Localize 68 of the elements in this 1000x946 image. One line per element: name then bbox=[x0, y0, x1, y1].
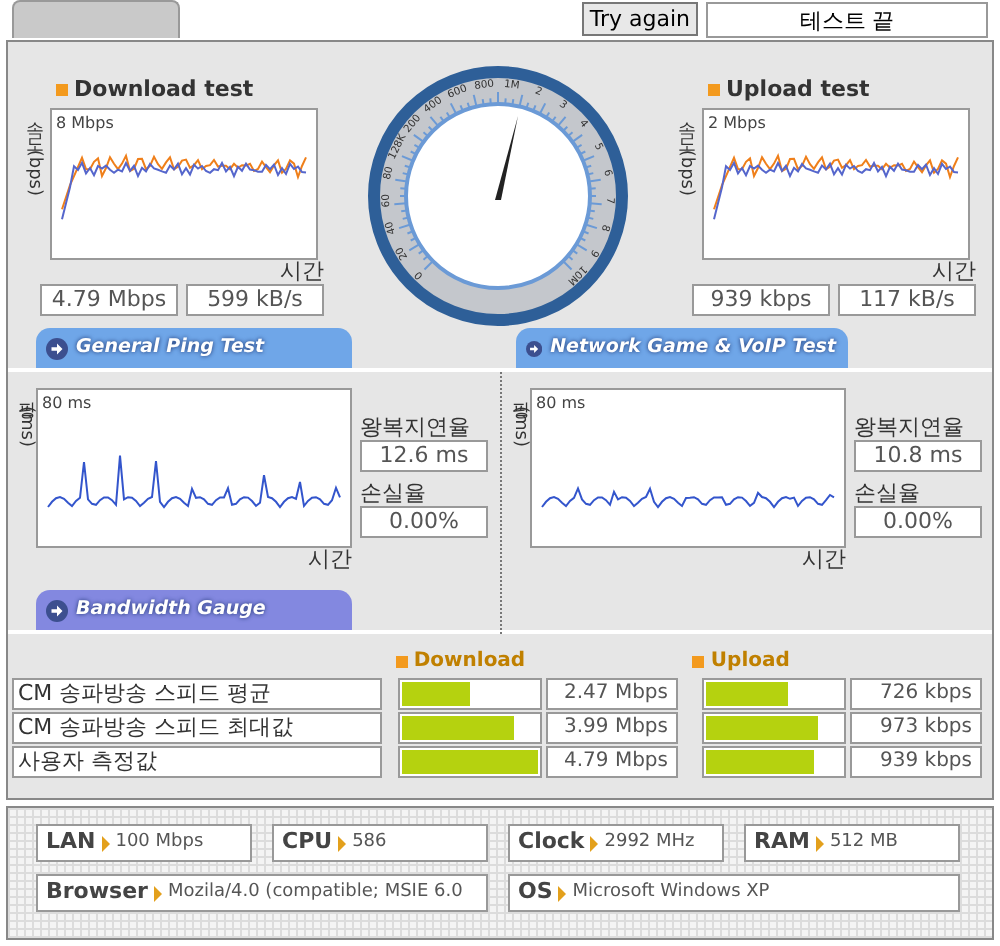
legend-marker-icon bbox=[692, 655, 705, 667]
chart-title: Upload test bbox=[726, 74, 870, 106]
column-header: Upload bbox=[710, 648, 790, 676]
axis-label: 핑(ms) bbox=[16, 388, 34, 451]
arrow-icon bbox=[526, 337, 543, 359]
info-value: 100 Mbps bbox=[115, 829, 204, 856]
row-label: CM 송파방송 스피드 평균 bbox=[12, 678, 382, 710]
try-again-button[interactable]: Try again bbox=[581, 2, 698, 36]
arrow-icon bbox=[46, 337, 68, 359]
legend-marker-icon bbox=[56, 84, 68, 97]
axis-label: 속도 (bps) bbox=[676, 107, 694, 199]
reading-field: 117 kB/s bbox=[838, 283, 976, 315]
reading-field: 939 kbps bbox=[692, 283, 830, 315]
triangle-icon bbox=[101, 835, 110, 851]
info-label: CPU bbox=[282, 826, 333, 859]
axis-tick-label: 8 Mbps bbox=[56, 111, 114, 135]
reading-field: 726 kbps bbox=[850, 678, 982, 710]
reading-field: 939 kbps bbox=[850, 746, 982, 778]
status-field[interactable]: 테스트 끝 bbox=[706, 2, 988, 38]
triangle-icon bbox=[558, 885, 567, 901]
chart-title: Download test bbox=[74, 74, 254, 106]
stat-label: 손실율 bbox=[854, 480, 922, 506]
info-label: RAM bbox=[754, 826, 810, 859]
info-label: OS bbox=[518, 876, 553, 909]
reading-field: 3.99 Mbps bbox=[546, 712, 678, 744]
stat-label: 왕복지연율 bbox=[360, 414, 472, 440]
latency-field: 10.8 ms bbox=[854, 440, 982, 472]
axis-tick-label: 80 ms bbox=[42, 392, 92, 416]
stat-label: 손실율 bbox=[360, 480, 428, 506]
stat-label: 왕복지연율 bbox=[854, 414, 966, 440]
latency-field: 12.6 ms bbox=[360, 440, 488, 472]
legend-marker-icon bbox=[395, 655, 408, 667]
reading-field: 599 kB/s bbox=[186, 283, 324, 315]
info-value: 586 bbox=[352, 829, 387, 856]
triangle-icon bbox=[153, 885, 162, 901]
row-label: CM 송파방송 스피드 최대값 bbox=[12, 712, 382, 744]
axis-label: 시간 bbox=[932, 257, 976, 283]
info-label: LAN bbox=[46, 826, 96, 859]
axis-tick-label: 2 Mbps bbox=[708, 111, 766, 135]
info-value: 512 MB bbox=[829, 829, 898, 856]
axis-label: 시간 bbox=[280, 257, 324, 283]
axis-label: 시간 bbox=[802, 546, 846, 572]
axis-label: 속도 (bps) bbox=[24, 107, 42, 199]
axis-label: 시간 bbox=[308, 546, 352, 572]
gauge-needle bbox=[495, 116, 518, 200]
arrow-icon bbox=[46, 599, 68, 621]
row-label: 사용자 측정값 bbox=[12, 746, 382, 778]
loss-field: 0.00% bbox=[854, 506, 982, 538]
reading-field: 4.79 Mbps bbox=[546, 746, 678, 778]
triangle-icon bbox=[815, 835, 824, 851]
info-value: Mozila/4.0 (compatible; MSIE 6.0 bbox=[167, 879, 463, 906]
legend-marker-icon bbox=[708, 84, 720, 97]
column-header: Download bbox=[413, 648, 526, 676]
axis-label: 핑(ms) bbox=[510, 388, 528, 451]
section-tab[interactable]: Network Game & VoIP Test bbox=[516, 328, 848, 368]
section-tab[interactable]: Bandwidth Gauge bbox=[36, 590, 352, 630]
info-value: Microsoft Windows XP bbox=[572, 879, 770, 906]
triangle-icon bbox=[338, 835, 347, 851]
reading-field: 973 kbps bbox=[850, 712, 982, 744]
axis-tick-label: 80 ms bbox=[536, 392, 586, 416]
triangle-icon bbox=[590, 835, 599, 851]
info-label: Clock bbox=[518, 826, 585, 859]
info-value: 2992 MHz bbox=[604, 829, 695, 856]
info-label: Browser bbox=[46, 876, 148, 909]
reading-field: 2.47 Mbps bbox=[546, 678, 678, 710]
section-tab[interactable]: General Ping Test bbox=[36, 328, 352, 368]
reading-field: 4.79 Mbps bbox=[40, 283, 178, 315]
loss-field: 0.00% bbox=[360, 506, 488, 538]
